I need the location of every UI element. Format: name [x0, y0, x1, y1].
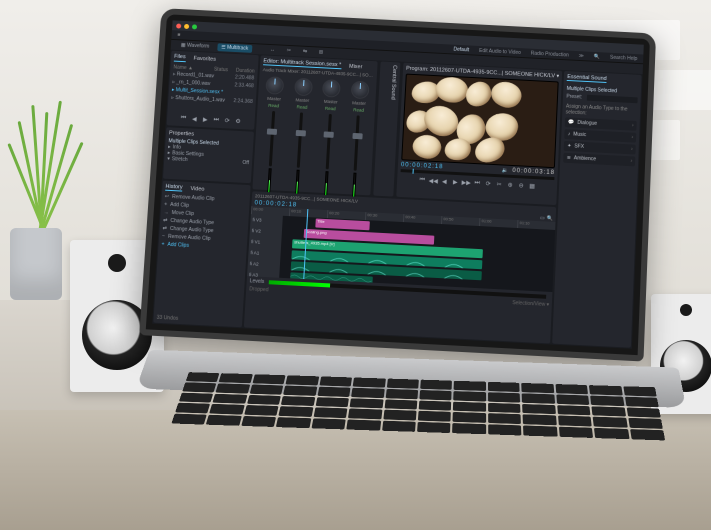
- transport-button[interactable]: ⟳: [484, 179, 492, 187]
- transport-button[interactable]: ▶: [451, 178, 459, 186]
- transport-button[interactable]: ▶: [201, 115, 209, 123]
- pan-knob[interactable]: [265, 76, 284, 95]
- tool-razor[interactable]: ✂: [283, 47, 296, 55]
- dropped-label: Dropped: [249, 286, 269, 293]
- transport-button[interactable]: ⟳: [223, 116, 231, 124]
- plant-decor: [0, 100, 90, 240]
- program-panel: Program: 20112607-UTDA-4935-9CC...| SOME…: [396, 63, 562, 205]
- maximize-icon[interactable]: [192, 24, 197, 29]
- essential-sound-tab[interactable]: Essential Sound: [567, 74, 607, 83]
- transport-button[interactable]: ⏮: [418, 176, 426, 184]
- audio-type-button[interactable]: ≋Ambience›: [563, 153, 635, 167]
- transport-button[interactable]: ▶▶: [462, 178, 470, 186]
- tool-move[interactable]: ↔: [266, 46, 279, 54]
- tool-slip[interactable]: ⇆: [299, 47, 312, 55]
- transport-button[interactable]: ✂: [495, 180, 503, 188]
- search-icon[interactable]: 🔍: [594, 53, 600, 59]
- volume-fader[interactable]: [269, 111, 275, 166]
- pan-knob[interactable]: [294, 78, 313, 97]
- transport-button[interactable]: ▦: [528, 182, 536, 190]
- history-tab[interactable]: History: [165, 184, 183, 192]
- video-preview[interactable]: [401, 74, 559, 169]
- workspace-radio[interactable]: Radio Production: [531, 50, 569, 58]
- transport-button[interactable]: ⏭: [473, 179, 481, 187]
- close-icon[interactable]: [176, 23, 181, 28]
- es-preset-label: Preset:: [566, 94, 582, 101]
- video-tab[interactable]: Video: [190, 186, 204, 193]
- app-menu[interactable]: ≡: [177, 32, 180, 38]
- files-col-status[interactable]: Status: [214, 67, 228, 74]
- mixer-panel: Editor: Multitrack Session.sesx * Mixer …: [252, 55, 377, 195]
- transport-button[interactable]: ◀◀: [429, 177, 437, 185]
- mixer-tab[interactable]: Mixer: [349, 63, 363, 70]
- photo-scene: ≡ Default Edit Audio to Video Radio Prod…: [0, 0, 711, 511]
- workspace-edit-audio-video[interactable]: Edit Audio to Video: [479, 47, 521, 55]
- transport-button[interactable]: ◀: [190, 115, 198, 123]
- history-panel: History Video ↩Remove Audio Clip+Add Cli…: [153, 181, 250, 328]
- es-instruction: Assign an Audio Type to the selection:: [566, 104, 638, 120]
- files-tab[interactable]: Files: [174, 54, 186, 62]
- workspace-default[interactable]: Default: [453, 46, 469, 53]
- pan-knob[interactable]: [350, 81, 369, 100]
- laptop: ≡ Default Edit Audio to Video Radio Prod…: [150, 18, 670, 488]
- sfx-icon: ✦: [567, 143, 571, 149]
- files-panel: Files Favorites Name ▲ Status Duration ▹…: [167, 51, 259, 130]
- favorites-tab[interactable]: Favorites: [193, 56, 216, 63]
- pan-knob[interactable]: [322, 79, 341, 98]
- undo-count: 33 Undos: [156, 315, 178, 322]
- transport-button[interactable]: ⊕: [506, 181, 514, 189]
- transport-button[interactable]: ⏭: [212, 116, 220, 124]
- volume-fader[interactable]: [297, 112, 303, 167]
- transport-button[interactable]: ⊖: [517, 181, 525, 189]
- dialogue-icon: 💬: [568, 119, 574, 125]
- laptop-lid: ≡ Default Edit Audio to Video Radio Prod…: [139, 8, 656, 361]
- properties-panel: Properties Multiple Clips Selected ▸ Inf…: [163, 127, 254, 183]
- minimize-icon[interactable]: [184, 23, 189, 28]
- search-help[interactable]: Search Help: [610, 54, 638, 61]
- ambience-icon: ≋: [567, 155, 571, 161]
- app-window: ≡ Default Edit Audio to Video Radio Prod…: [152, 20, 644, 348]
- essential-sound-panel: Essential Sound Multiple Clips Selected …: [552, 71, 641, 348]
- selection-view[interactable]: Selection/View ▾: [512, 300, 549, 308]
- es-preset-dropdown[interactable]: [587, 95, 638, 104]
- plant-pot: [10, 228, 62, 300]
- volume-fader[interactable]: [325, 114, 331, 169]
- transport-button[interactable]: ◀: [440, 177, 448, 185]
- music-icon: ♪: [568, 131, 571, 137]
- files-col-duration[interactable]: Duration: [236, 68, 255, 75]
- levels-label: Levels: [249, 278, 264, 285]
- timeline-panel: 20112607-UTDA-4935-9CC...| SOMEONE HICK/…: [244, 191, 557, 343]
- workspace-more[interactable]: ≫: [579, 53, 584, 59]
- tool-time[interactable]: ⊞: [315, 48, 328, 56]
- transport-button[interactable]: ⏮: [179, 114, 187, 122]
- volume-fader[interactable]: [354, 115, 360, 170]
- transport-button[interactable]: ⚙: [234, 117, 242, 125]
